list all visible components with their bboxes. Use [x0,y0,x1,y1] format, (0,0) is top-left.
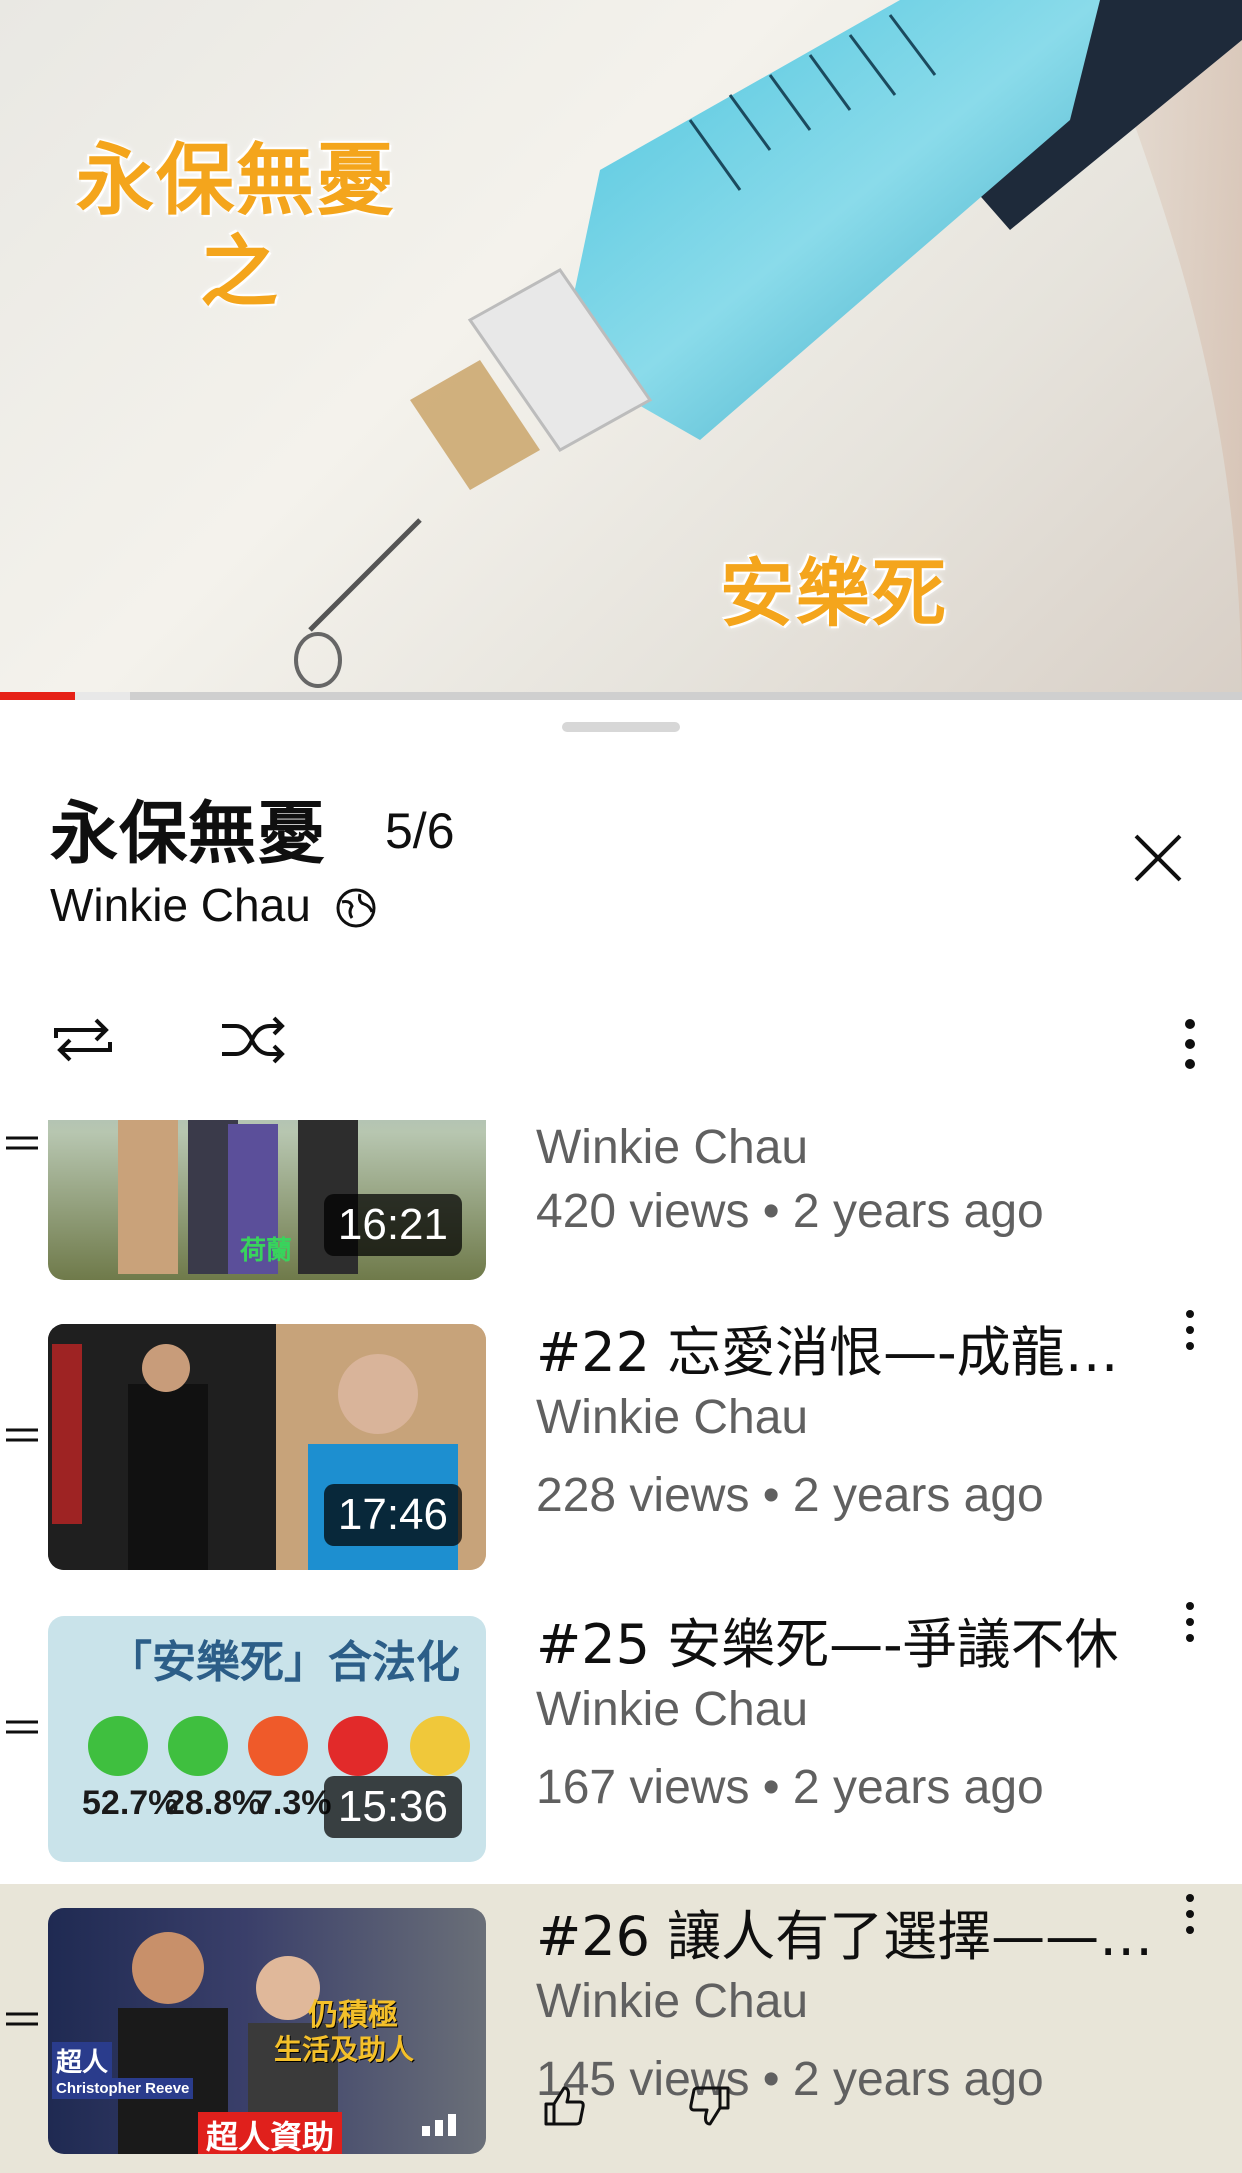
playlist-title: 永保無憂 [50,795,327,874]
drag-handle-bar[interactable] [562,722,680,732]
thumbnail-caption: 生活及助人 [274,2033,415,2066]
more-vert-icon[interactable] [1178,1308,1202,1352]
drag-handle-icon[interactable] [4,1132,40,1156]
drag-handle-icon[interactable] [4,1424,40,1448]
video-meta: 420 views • 2 years ago [536,1185,1044,1238]
thumbnail-caption: 荷蘭 [240,1236,293,1266]
thumbnail-caption: 超人資助 [198,2112,343,2154]
drag-handle-icon[interactable] [4,1716,40,1740]
video-thumbnail[interactable]: 超人 Christopher Reeve 仍積極 生活及助人 超人資助 [48,1908,486,2154]
close-icon[interactable] [1130,830,1186,886]
shuffle-icon[interactable] [218,1010,288,1070]
video-meta: 145 views • 2 years ago [536,2053,1044,2106]
video-channel: Winkie Chau [536,1683,809,1736]
list-item[interactable]: 「安樂死」合法化 52.7% 28.8% 7.3% 15:36 #25 安樂死—… [0,1592,1242,1884]
video-title[interactable]: #26 讓人有了選擇——超人資助 [536,1892,1166,1971]
thumbnail-caption: 超人 [52,2042,113,2079]
video-thumbnail[interactable]: 17:46 [48,1324,486,1570]
thumbnail-stat: 28.8% [166,1784,263,1822]
progress-bar[interactable] [0,692,1242,700]
video-thumbnail[interactable]: 荷蘭 16:21 [48,1120,486,1280]
video-player[interactable]: 永保無憂 之 安樂死 [0,0,1242,700]
dislike-icon[interactable] [686,2082,734,2130]
thumbnail-stat: 52.7% [82,1784,179,1822]
video-channel: Winkie Chau [536,1975,809,2028]
duration-badge: 16:21 [323,1194,462,1256]
playlist-owner[interactable]: Winkie Chau [50,878,311,932]
thumbnail-stat: 7.3% [254,1784,332,1822]
syringe-artwork [294,0,1242,700]
duration-badge: 17:46 [323,1484,462,1546]
more-vert-icon[interactable] [1178,1892,1202,1936]
globe-icon [336,888,376,928]
more-vert-icon[interactable] [1174,1014,1206,1074]
like-icon[interactable] [540,2082,588,2130]
now-playing-icon [422,2114,456,2136]
list-item[interactable]: 荷蘭 16:21 Winkie Chau 420 views • 2 years… [0,1120,1242,1300]
playlist-position: 5/6 [385,803,455,859]
thumbnail-caption: Christopher Reeve [52,2078,194,2099]
playlist-video-list[interactable]: 荷蘭 16:21 Winkie Chau 420 views • 2 years… [0,1120,1242,2173]
list-item-current[interactable]: 超人 Christopher Reeve 仍積極 生活及助人 超人資助 #26 … [0,1884,1242,2173]
video-meta: 228 views • 2 years ago [536,1469,1044,1522]
progress-fill [0,692,75,700]
duration-badge: 15:36 [323,1776,462,1838]
list-item[interactable]: 17:46 #22 忘愛消恨—-成龍與鄧萃雯演出 Winkie Chau 228… [0,1300,1242,1592]
drag-handle-icon[interactable] [4,2008,40,2032]
video-meta: 167 views • 2 years ago [536,1761,1044,1814]
loop-icon[interactable] [48,1010,118,1070]
overlay-line-2: 之 [200,228,281,318]
video-channel: Winkie Chau [536,1121,809,1174]
video-title[interactable]: #22 忘愛消恨—-成龍與鄧萃雯演出 [536,1308,1166,1387]
overlay-line-3: 安樂死 [720,551,948,637]
video-thumbnail[interactable]: 「安樂死」合法化 52.7% 28.8% 7.3% 15:36 [48,1616,486,1862]
more-vert-icon[interactable] [1178,1600,1202,1644]
video-channel: Winkie Chau [536,1391,809,1444]
video-title[interactable]: #25 安樂死—-爭議不休 [536,1600,1166,1679]
playlist-panel: 永保無憂 5/6 Winkie Chau 荷蘭 16:21 Winkie Cha… [0,700,1242,2173]
